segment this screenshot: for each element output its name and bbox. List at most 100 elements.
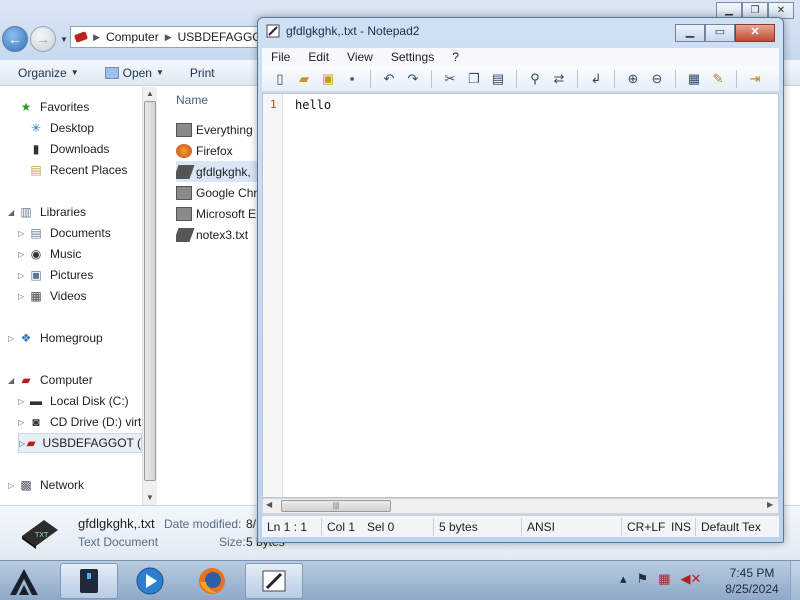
nav-documents[interactable]: ▷ ▤ Documents — [18, 223, 111, 243]
column-header-name[interactable]: Name — [176, 93, 208, 107]
notepad-close-button[interactable]: ✕ — [735, 24, 775, 42]
notepad-minimize-button[interactable]: ▁ — [675, 24, 705, 42]
nav-cd-drive[interactable]: ▷ ◙ CD Drive (D:) virt — [18, 412, 141, 432]
nav-music[interactable]: ▷ ◉ Music — [18, 244, 81, 264]
exit-icon[interactable]: ⇥ — [745, 69, 765, 89]
new-file-icon[interactable]: ▯ — [270, 69, 290, 89]
cd-drive-icon: ◙ — [32, 415, 40, 429]
address-bar[interactable]: ▶ Computer ▶ USBDEFAGGOT — [70, 26, 270, 48]
nav-recent-places[interactable]: ▤ Recent Places — [28, 160, 127, 180]
notepad-maximize-button[interactable]: ▭ — [705, 24, 735, 42]
volume-muted-icon[interactable]: ◀✕ — [680, 571, 701, 587]
menu-edit[interactable]: Edit — [299, 50, 338, 64]
nav-homegroup[interactable]: ▷ ❖ Homegroup — [8, 328, 103, 348]
recent-pages-dropdown[interactable]: ▼ — [60, 35, 70, 44]
scroll-left-icon[interactable]: ◀ — [266, 500, 272, 509]
nav-usb-drive[interactable]: ▷ ▰ USBDEFAGGOT ( — [18, 433, 142, 453]
back-button[interactable]: ← — [2, 26, 28, 52]
open-folder-icon[interactable]: ▰ — [294, 69, 314, 89]
word-wrap-icon[interactable]: ↲ — [586, 69, 606, 89]
taskbar-media-player-button[interactable] — [121, 563, 179, 599]
nav-pictures-label: Pictures — [50, 268, 94, 282]
line-number-gutter: 1 — [263, 94, 283, 497]
expand-arrow-icon: ▷ — [18, 270, 25, 280]
menu-file[interactable]: File — [262, 50, 299, 64]
save-icon[interactable]: ▪ — [342, 69, 362, 89]
undo-icon[interactable]: ↶ — [379, 69, 399, 89]
nav-homegroup-label: Homegroup — [40, 331, 103, 345]
scroll-right-icon[interactable]: ▶ — [767, 500, 773, 509]
nav-computer[interactable]: ◢ ▰ Computer — [8, 370, 93, 390]
taskbar-firefox-button[interactable] — [183, 563, 241, 599]
nav-computer-label: Computer — [40, 373, 93, 387]
start-button-icon[interactable] — [8, 565, 40, 597]
paste-icon[interactable]: ▤ — [488, 69, 508, 89]
nav-scroll-thumb[interactable] — [144, 101, 156, 481]
show-hidden-icons-icon[interactable]: ▴ — [620, 571, 627, 587]
nav-downloads[interactable]: ▮ Downloads — [28, 139, 110, 159]
customize-scheme-icon[interactable]: ✎ — [708, 69, 728, 89]
status-position: Ln 1 : 1 — [262, 517, 322, 536]
network-disconnected-icon[interactable]: ▦ — [658, 571, 670, 587]
network-icon: ▩ — [20, 478, 32, 492]
action-center-flag-icon[interactable]: ⚑ — [637, 571, 649, 587]
editor-content[interactable]: hello — [295, 98, 331, 112]
media-player-icon — [136, 567, 164, 595]
nav-network[interactable]: ▷ ▩ Network — [8, 475, 84, 495]
expand-arrow-icon: ▷ — [8, 333, 15, 343]
notepad-menu-bar: File Edit View Settings ? — [262, 48, 779, 66]
taskbar-explorer-button[interactable] — [60, 563, 118, 599]
print-label: Print — [189, 65, 215, 80]
file-item[interactable]: notex3.txt — [176, 224, 260, 245]
find-icon[interactable]: ⚲ — [525, 69, 545, 89]
hard-disk-icon: ▬ — [30, 394, 42, 408]
nav-music-label: Music — [50, 247, 82, 261]
zoom-out-icon[interactable]: ⊖ — [647, 69, 667, 89]
shortcut-icon — [176, 185, 192, 200]
print-button[interactable]: Print — [190, 66, 215, 80]
show-desktop-button[interactable] — [790, 561, 800, 600]
scroll-up-icon[interactable]: ▲ — [146, 89, 154, 98]
menu-settings[interactable]: Settings — [382, 50, 443, 64]
nav-favorites[interactable]: ★ Favorites — [8, 97, 90, 117]
scroll-down-icon[interactable]: ▼ — [146, 493, 154, 502]
zoom-in-icon[interactable]: ⊕ — [623, 69, 643, 89]
nav-documents-label: Documents — [50, 226, 111, 240]
open-button[interactable]: Open ▼ — [104, 66, 164, 80]
nav-pictures[interactable]: ▷ ▣ Pictures — [18, 265, 93, 285]
notepad-title-bar[interactable]: gfdlgkghk,.txt - Notepad2 — [266, 24, 419, 38]
scheme-icon[interactable]: ▦ — [684, 69, 704, 89]
file-item-label: Everything — [196, 122, 253, 137]
notepad-editor[interactable]: 1 hello — [262, 93, 779, 498]
nav-videos[interactable]: ▷ ▦ Videos — [18, 286, 86, 306]
replace-icon[interactable]: ⇄ — [549, 69, 569, 89]
organize-button[interactable]: Organize ▼ — [18, 66, 79, 80]
forward-button[interactable]: → — [30, 26, 56, 52]
file-item[interactable]: Everything — [176, 119, 260, 140]
nav-desktop[interactable]: ✳ Desktop — [28, 118, 94, 138]
file-item[interactable]: Google Chr — [176, 182, 260, 203]
explorer-nav-buttons: ← → ▼ — [2, 22, 70, 56]
nav-pane-scrollbar[interactable]: ▲ ▼ — [142, 87, 157, 505]
cut-icon[interactable]: ✂ — [440, 69, 460, 89]
breadcrumb-computer[interactable]: Computer — [106, 30, 159, 44]
menu-view[interactable]: View — [338, 50, 382, 64]
horizontal-scrollbar[interactable]: ◀ ||| ▶ — [262, 498, 779, 514]
nav-libraries[interactable]: ◢ ▥ Libraries — [8, 202, 86, 222]
file-item[interactable]: Firefox — [176, 140, 260, 161]
breadcrumb-usb[interactable]: USBDEFAGGOT — [178, 30, 269, 44]
file-item[interactable]: gfdlgkghk, — [176, 161, 260, 182]
notepad-icon — [266, 24, 280, 38]
system-tray: ▴ ⚑ ▦ ◀✕ — [620, 571, 701, 587]
redo-icon[interactable]: ↷ — [403, 69, 423, 89]
browse-icon[interactable]: ▣ — [318, 69, 338, 89]
file-item[interactable]: Microsoft E — [176, 203, 260, 224]
taskbar: ▴ ⚑ ▦ ◀✕ 7:45 PM 8/25/2024 — [0, 560, 800, 600]
usb-drive-icon — [73, 31, 89, 43]
horizontal-scroll-thumb[interactable]: ||| — [281, 500, 391, 512]
taskbar-notepad-button[interactable] — [245, 563, 303, 599]
clock[interactable]: 7:45 PM 8/25/2024 — [722, 565, 782, 597]
copy-icon[interactable]: ❐ — [464, 69, 484, 89]
nav-local-disk[interactable]: ▷ ▬ Local Disk (C:) — [18, 391, 129, 411]
menu-help[interactable]: ? — [443, 50, 468, 64]
